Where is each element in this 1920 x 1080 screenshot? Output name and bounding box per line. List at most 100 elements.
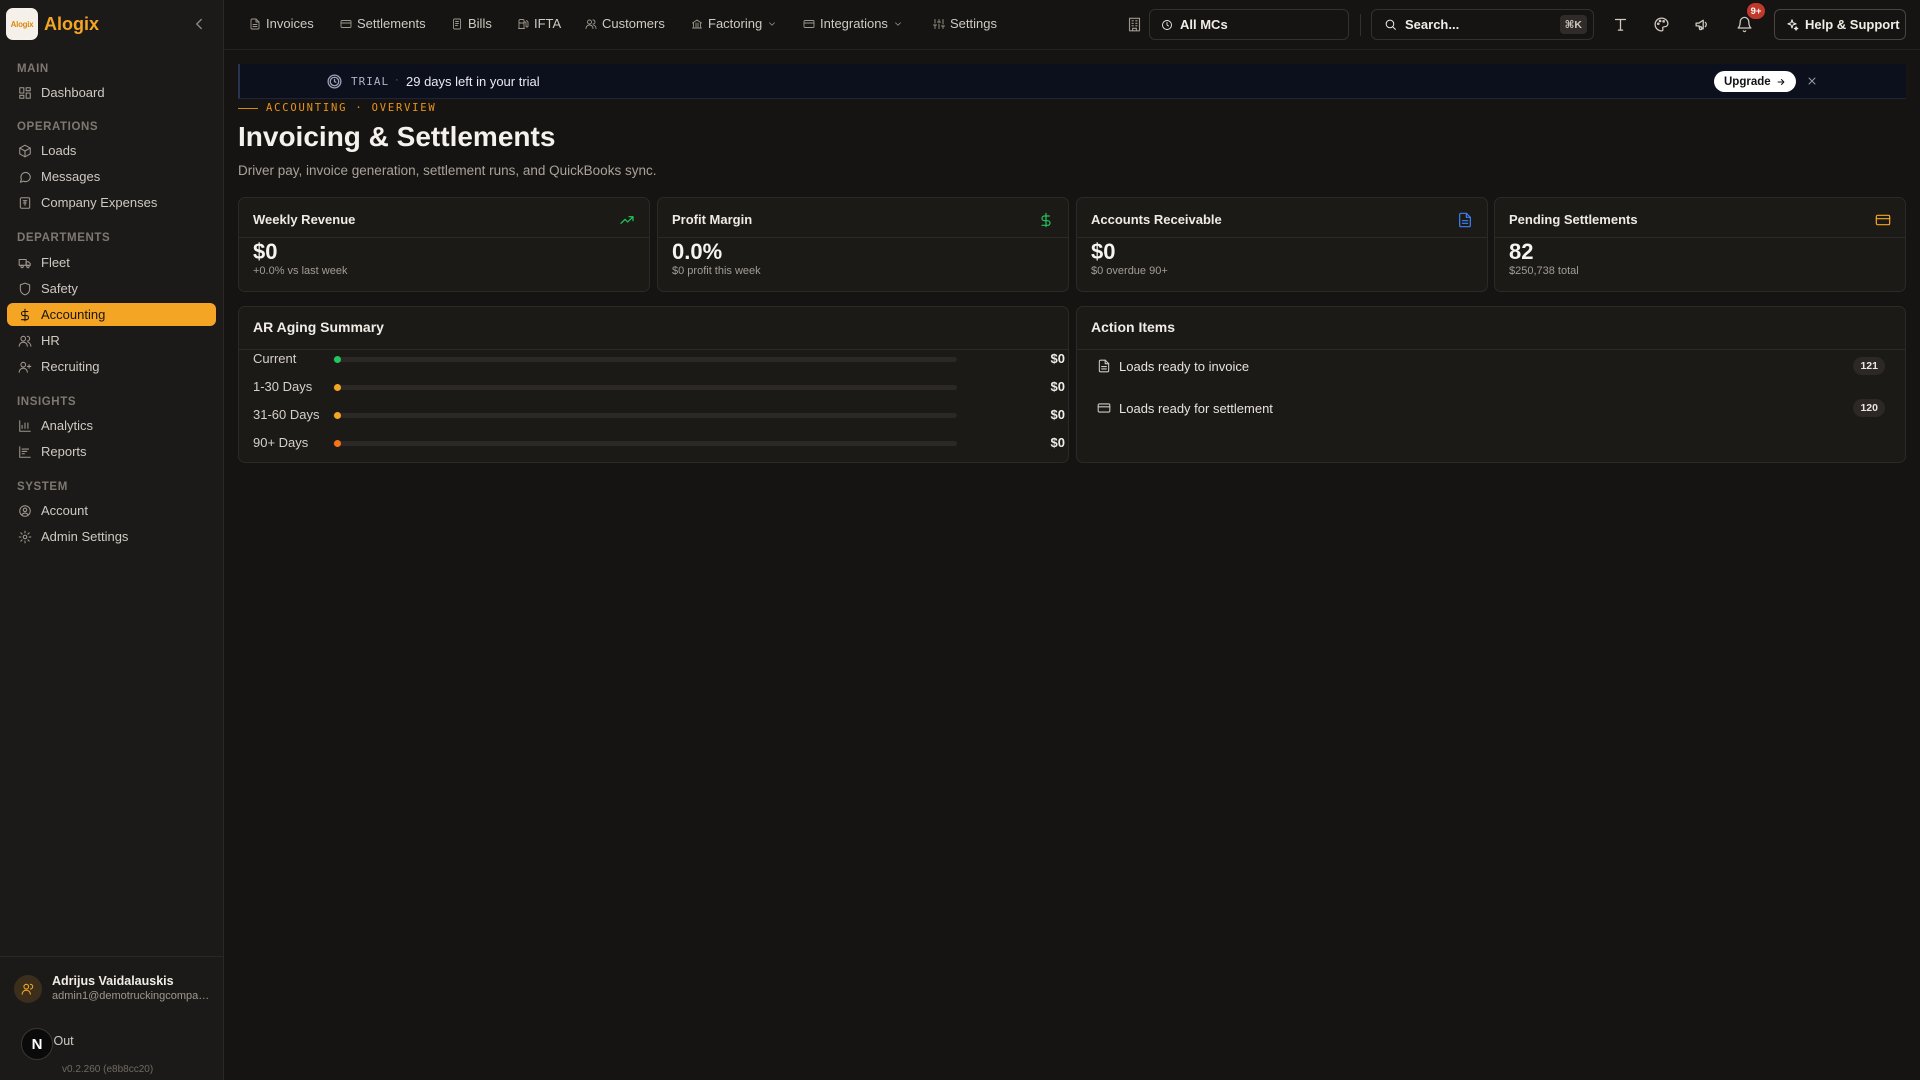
aging-bar [333, 441, 957, 446]
collapse-sidebar-icon[interactable] [190, 15, 208, 33]
sidebar-item-safety[interactable]: Safety [7, 277, 216, 300]
font-size-icon[interactable] [1612, 16, 1629, 33]
gear-icon [18, 530, 32, 544]
version-label: v0.2.260 (e8b8cc20) [62, 1064, 154, 1075]
divider [1077, 237, 1487, 238]
sidebar-item-dashboard[interactable]: Dashboard [7, 81, 216, 104]
mc-select-value: All MCs [1180, 17, 1228, 32]
action-items-panel: Action Items Loads ready to invoice 121 … [1076, 306, 1906, 463]
stat-title: Pending Settlements [1509, 212, 1638, 227]
notification-badge: 9+ [1747, 3, 1765, 19]
search-shortcut: ⌘K [1559, 15, 1587, 34]
sidebar-item-label: Accounting [41, 307, 106, 322]
bell-icon[interactable] [1736, 16, 1753, 33]
stat-title: Accounts Receivable [1091, 212, 1222, 227]
topnav-label: Settings [950, 16, 997, 31]
panel-title: AR Aging Summary [253, 319, 384, 335]
nav-heading-departments: DEPARTMENTS [17, 232, 111, 244]
stat-note: $0 overdue 90+ [1091, 265, 1168, 277]
sidebar-item-analytics[interactable]: Analytics [7, 414, 216, 437]
trial-tag: TRIAL [351, 75, 390, 88]
stat-value: $0 [253, 239, 278, 264]
close-icon[interactable] [1806, 75, 1818, 87]
nav-heading-insights: INSIGHTS [17, 396, 77, 408]
aging-row-1-30: 1-30 Days $0 [253, 377, 1065, 397]
aging-label: Current [253, 351, 297, 366]
dollar-icon [18, 308, 32, 322]
brand-name: Alogix [44, 13, 100, 34]
topnav-label: Customers [602, 16, 665, 31]
user-email: admin1@demotruckingcompany.com [52, 990, 212, 1002]
breadcrumb: ACCOUNTING · OVERVIEW [238, 102, 437, 114]
avatar[interactable] [14, 975, 42, 1003]
sidebar-item-label: HR [41, 333, 60, 348]
stat-card-weekly-revenue: Weekly Revenue $0 +0.0% vs last week [238, 197, 650, 292]
search-input[interactable]: Search... ⌘K [1371, 9, 1594, 40]
aging-value: $0 [1050, 435, 1065, 450]
chevron-down-icon [893, 19, 903, 29]
palette-icon[interactable] [1653, 16, 1670, 33]
page-title: Invoicing & Settlements [238, 121, 556, 152]
sidebar: Alogix Alogix MAIN Dashboard OPERATIONS … [0, 0, 224, 1080]
topnav-label: Invoices [266, 16, 314, 31]
sidebar-item-label: Loads [41, 143, 77, 158]
n-badge-button[interactable]: N [21, 1028, 53, 1060]
sidebar-item-label: Messages [41, 169, 101, 184]
sidebar-item-loads[interactable]: Loads [7, 139, 216, 162]
sidebar-item-recruiting[interactable]: Recruiting [7, 355, 216, 378]
message-icon [18, 170, 32, 184]
brand[interactable]: Alogix Alogix [6, 8, 99, 40]
stat-value: 0.0% [672, 239, 723, 264]
sidebar-item-fleet[interactable]: Fleet [7, 251, 216, 274]
aging-bar [333, 413, 957, 418]
stat-note: $0 profit this week [672, 265, 761, 277]
help-support-button[interactable]: Help & Support [1774, 9, 1906, 40]
aging-dot [334, 356, 341, 363]
aging-bar [333, 385, 957, 390]
topnav-integrations[interactable]: Integrations [803, 16, 903, 31]
truck-icon [18, 256, 32, 270]
sidebar-item-admin-settings[interactable]: Admin Settings [7, 525, 216, 548]
circle-icon [1161, 19, 1173, 31]
topnav-invoices[interactable]: Invoices [249, 16, 314, 31]
action-item-ready-for-settlement[interactable]: Loads ready for settlement 120 [1097, 396, 1885, 420]
topnav-ifta[interactable]: IFTA [517, 16, 561, 31]
ar-aging-panel: AR Aging Summary Current $0 1-30 Days $0… [238, 306, 1069, 463]
stat-title: Weekly Revenue [253, 212, 356, 227]
topnav-settlements[interactable]: Settlements [340, 16, 426, 31]
fuel-icon [517, 18, 529, 30]
upgrade-button[interactable]: Upgrade [1714, 71, 1796, 92]
brand-logo: Alogix [6, 8, 38, 40]
aging-label: 31-60 Days [253, 407, 320, 422]
user-panel: Adrijus Vaidalauskis admin1@demotrucking… [0, 956, 224, 1080]
topnav-bills[interactable]: Bills [451, 16, 492, 31]
sidebar-item-accounting[interactable]: Accounting [7, 303, 216, 326]
document-icon [1457, 212, 1473, 228]
stat-title: Profit Margin [672, 212, 753, 227]
topnav-label: Settlements [357, 16, 426, 31]
topbar: Invoices Settlements Bills IFTA Customer… [224, 0, 1920, 50]
aging-value: $0 [1050, 351, 1065, 366]
building-icon [1127, 17, 1142, 32]
sidebar-item-account[interactable]: Account [7, 499, 216, 522]
sidebar-item-reports[interactable]: Reports [7, 440, 216, 463]
report-icon [18, 445, 32, 459]
divider [1360, 14, 1361, 36]
topnav-factoring[interactable]: Factoring [691, 16, 777, 31]
sidebar-item-messages[interactable]: Messages [7, 165, 216, 188]
breadcrumb-text: ACCOUNTING · OVERVIEW [266, 102, 437, 114]
user-plus-icon [18, 360, 32, 374]
aging-dot [334, 384, 341, 391]
mc-select[interactable]: All MCs [1149, 9, 1349, 40]
action-item-ready-to-invoice[interactable]: Loads ready to invoice 121 [1097, 354, 1885, 378]
megaphone-icon[interactable] [1694, 16, 1711, 33]
sidebar-item-label: Recruiting [41, 359, 100, 374]
aging-value: $0 [1050, 379, 1065, 394]
chevron-down-icon [767, 19, 777, 29]
user-name: Adrijus Vaidalauskis [52, 974, 174, 988]
topnav-settings[interactable]: Settings [933, 16, 997, 31]
sidebar-item-hr[interactable]: HR [7, 329, 216, 352]
stat-value: 82 [1509, 239, 1534, 264]
sidebar-item-company-expenses[interactable]: Company Expenses [7, 191, 216, 214]
topnav-customers[interactable]: Customers [585, 16, 665, 31]
